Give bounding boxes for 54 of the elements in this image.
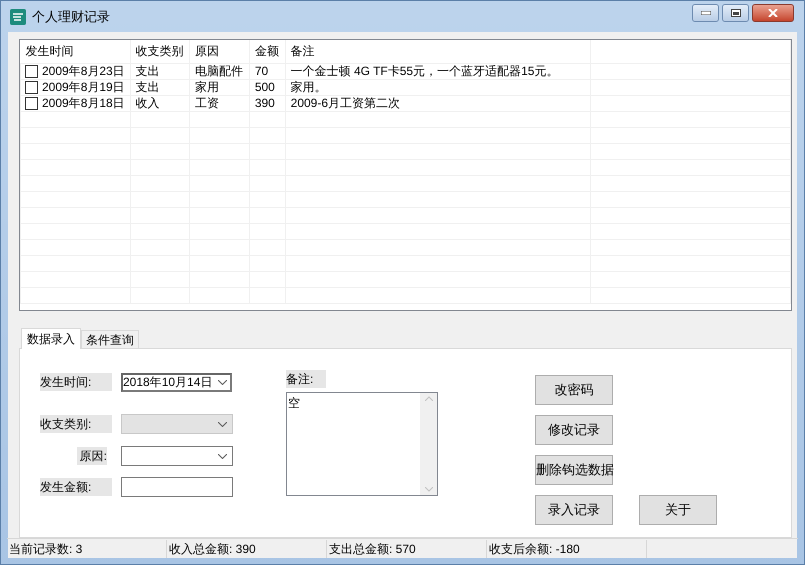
field-label: 发生金额: xyxy=(40,478,112,496)
table-cell: 支出 xyxy=(136,80,160,94)
scrollbar[interactable] xyxy=(420,393,437,495)
close-button[interactable] xyxy=(752,4,794,22)
scroll-down-icon xyxy=(424,487,432,492)
window-title: 个人理财记录 xyxy=(32,8,110,26)
tab[interactable]: 条件查询 xyxy=(81,330,139,348)
row-checkbox[interactable] xyxy=(25,96,38,110)
table-cell: 2009年8月23日 xyxy=(42,64,125,78)
table-cell: 电脑配件 xyxy=(194,64,243,78)
table-cell: 一个金士顿 4G TF卡55元，一个蓝牙适配器15元。 xyxy=(290,64,558,78)
table-cell: 2009年8月19日 xyxy=(42,80,125,94)
column-header[interactable]: 金额 xyxy=(254,44,279,58)
status-text: 收入总金额: 390 xyxy=(167,540,327,558)
field-label: 收支类别: xyxy=(40,415,112,433)
table-cell: 支出 xyxy=(136,64,160,78)
table-cell: 70 xyxy=(254,64,268,78)
about-button[interactable]: 关于 xyxy=(639,495,717,525)
status-text: 当前记录数: 3 xyxy=(7,540,167,558)
field-label: 原因: xyxy=(76,447,107,465)
action-button[interactable]: 录入记录 xyxy=(535,495,613,525)
action-button[interactable]: 删除钩选数据 xyxy=(535,455,613,485)
tab[interactable]: 数据录入 xyxy=(21,328,81,349)
maximize-icon xyxy=(730,8,740,16)
column-header[interactable]: 收支类别 xyxy=(136,44,184,58)
column-header[interactable]: 原因 xyxy=(194,44,219,58)
status-text: 收支后余额: -180 xyxy=(487,540,647,558)
date-picker[interactable]: 2018年10月14日 xyxy=(121,372,232,392)
memo-label: 备注: xyxy=(286,370,326,388)
row-checkbox[interactable] xyxy=(25,64,38,78)
table-cell: 工资 xyxy=(194,96,219,110)
minimize-icon xyxy=(700,10,710,14)
status-text: 支出总金额: 570 xyxy=(327,540,487,558)
maximize-button[interactable] xyxy=(722,4,749,22)
minimize-button[interactable] xyxy=(692,4,719,22)
table-cell: 收入 xyxy=(136,96,160,110)
scroll-up-icon xyxy=(424,396,432,401)
table-cell: 390 xyxy=(254,96,275,110)
close-icon xyxy=(768,8,778,16)
app-icon xyxy=(10,8,26,24)
action-button[interactable]: 修改记录 xyxy=(535,415,613,445)
column-header[interactable]: 发生时间 xyxy=(26,44,74,58)
action-button[interactable]: 改密码 xyxy=(535,375,613,405)
table-cell: 500 xyxy=(254,80,275,94)
table-cell: 2009-6月工资第二次 xyxy=(290,96,400,110)
table-cell: 家用。 xyxy=(290,80,327,94)
table-cell: 2009年8月18日 xyxy=(42,96,125,110)
table-cell: 家用 xyxy=(194,80,219,94)
row-checkbox[interactable] xyxy=(25,80,38,94)
field-label: 发生时间: xyxy=(40,373,112,391)
memo-field[interactable]: 空 xyxy=(286,392,438,496)
dropdown[interactable] xyxy=(121,446,233,466)
input-field[interactable] xyxy=(121,477,233,497)
column-header[interactable]: 备注 xyxy=(290,44,315,58)
